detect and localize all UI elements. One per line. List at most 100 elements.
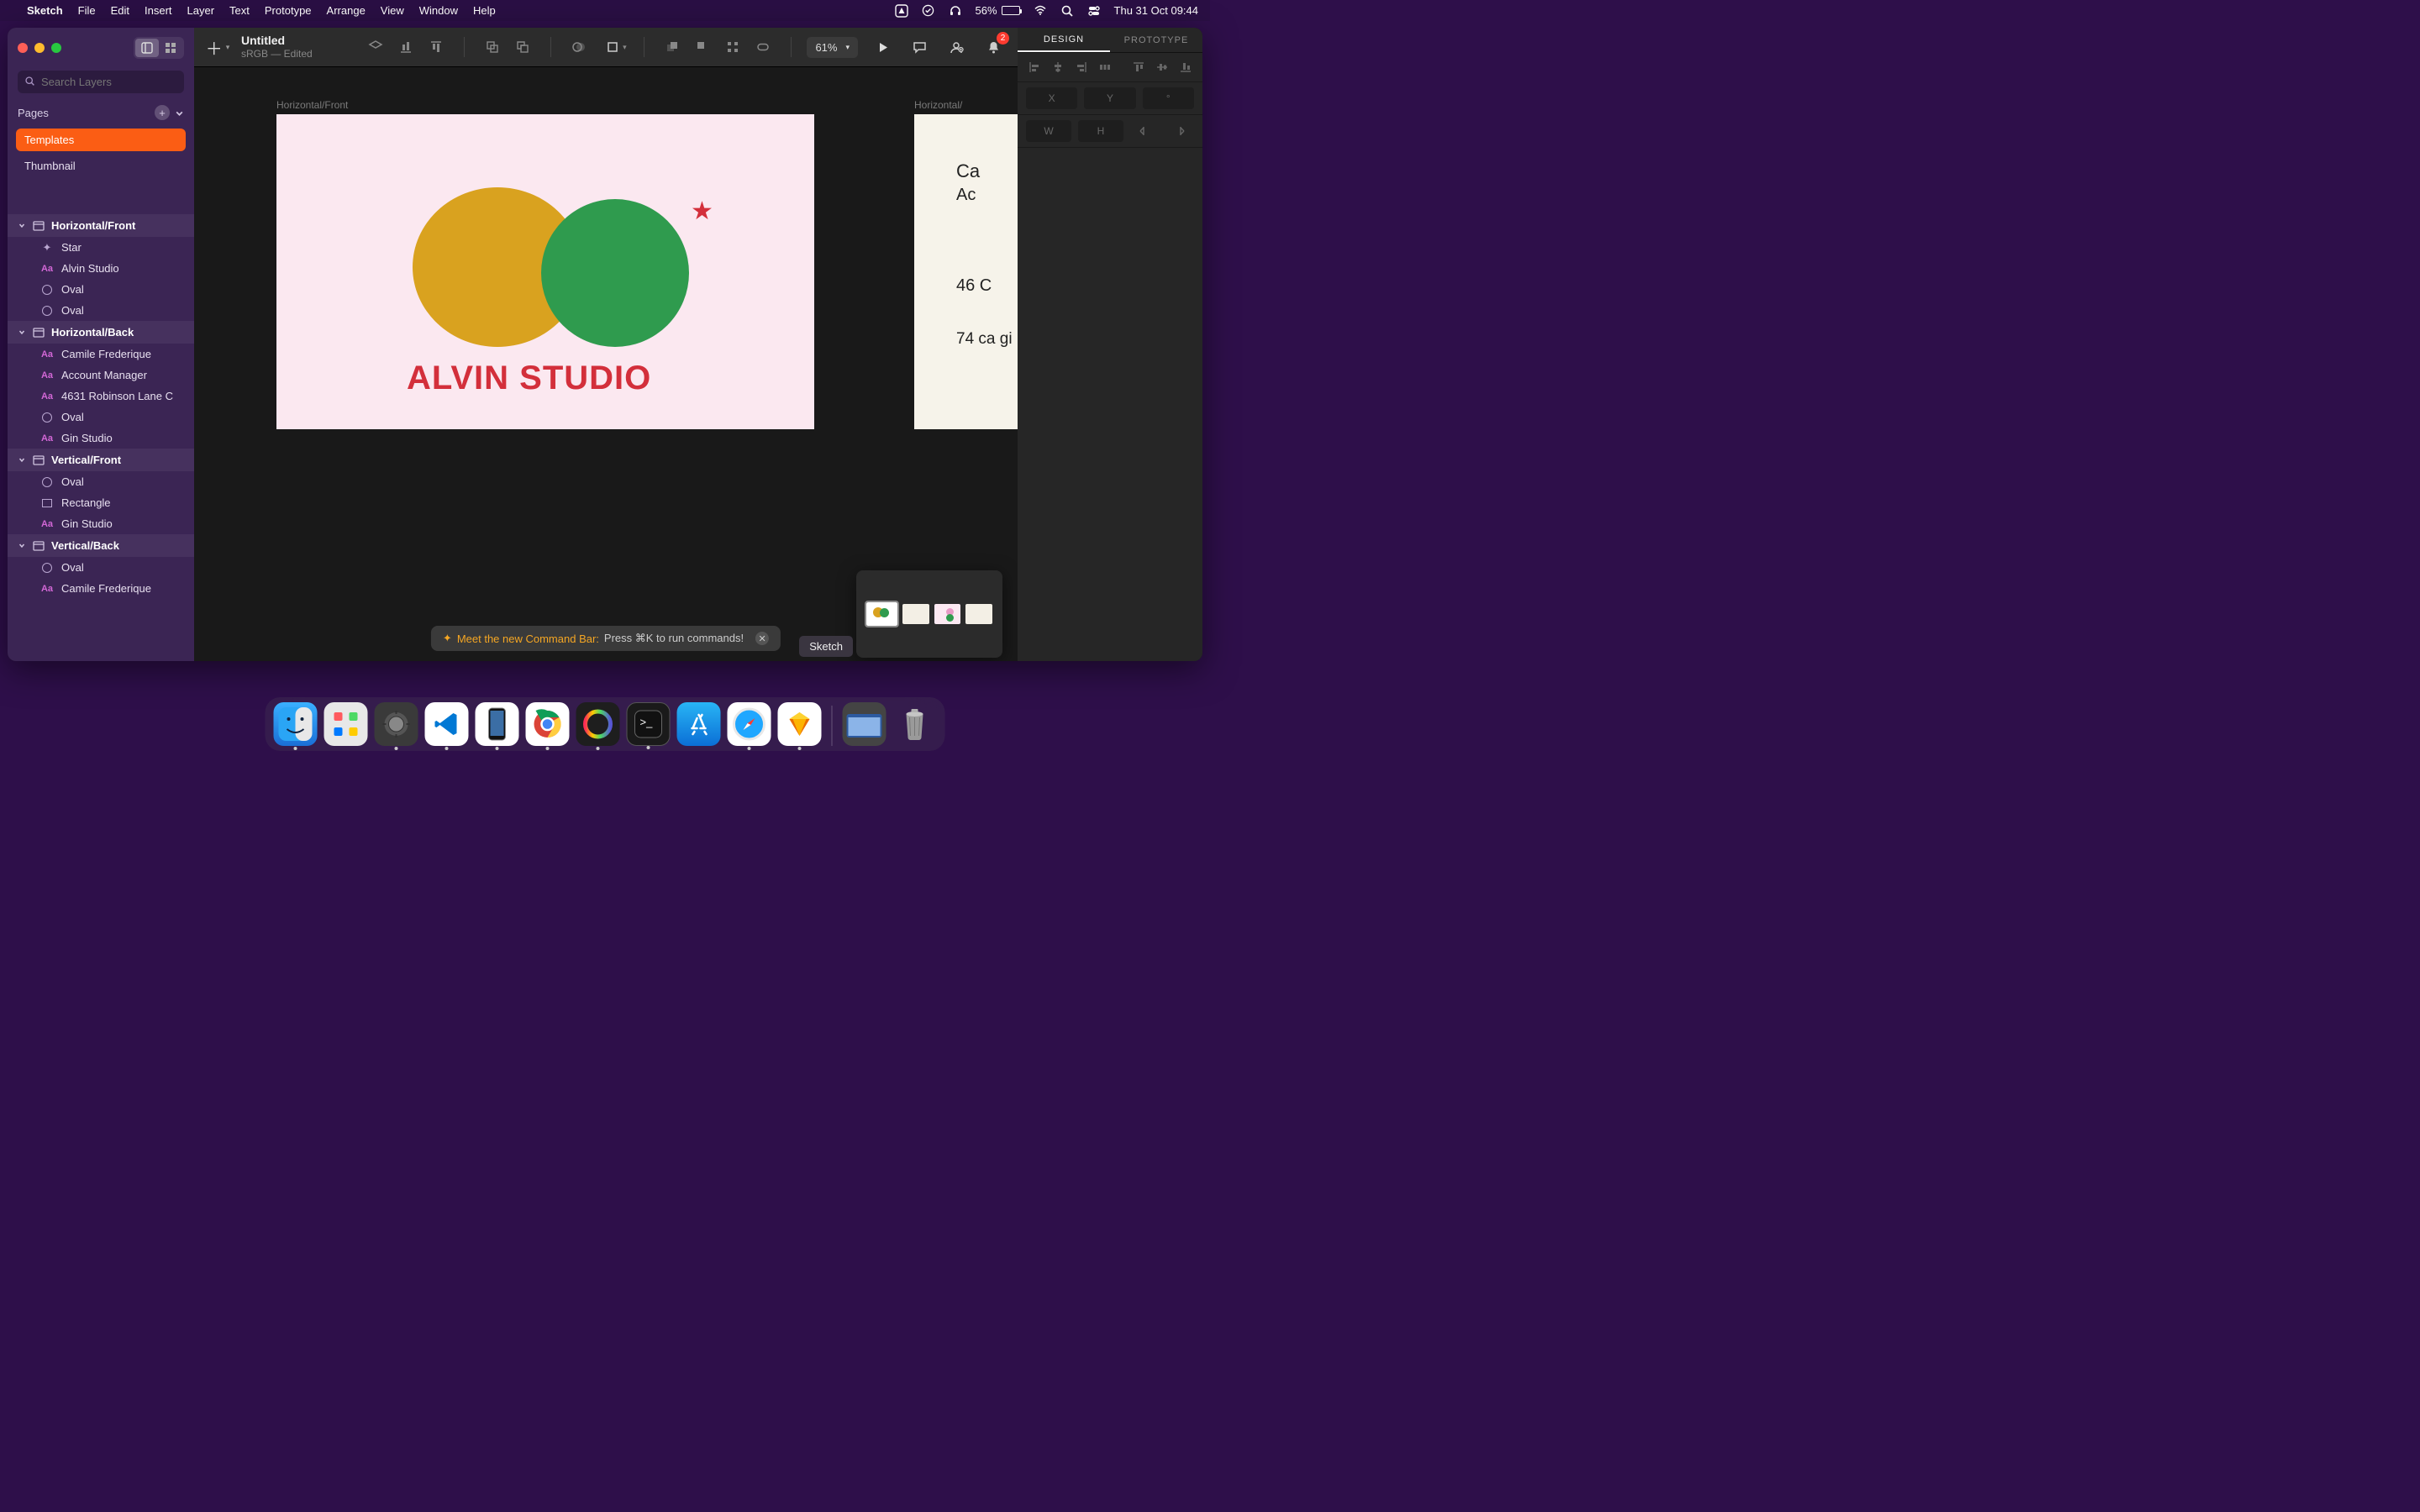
backward-button[interactable] [690, 35, 715, 59]
align-vcenter-icon[interactable] [1154, 60, 1171, 75]
command-bar-tip[interactable]: ✦ Meet the new Command Bar: Press ⌘K to … [431, 626, 781, 651]
layer-item[interactable]: Aa4631 Robinson Lane C [8, 386, 194, 407]
artboard-group[interactable]: Horizontal/Back [8, 321, 194, 344]
align-bottom-icon[interactable] [1177, 60, 1194, 75]
dock-simulator[interactable] [476, 702, 519, 746]
text-name[interactable]: Ca [956, 160, 980, 182]
comments-button[interactable] [907, 35, 932, 59]
distribute-h-icon[interactable] [1097, 60, 1113, 75]
dock-trash[interactable] [893, 702, 937, 746]
menu-edit[interactable]: Edit [111, 4, 129, 17]
artboard-horizontal-front[interactable]: ★ ALVIN STUDIO [276, 114, 814, 429]
layer-item[interactable]: Oval [8, 557, 194, 578]
x-input[interactable]: X [1026, 87, 1077, 109]
tab-design[interactable]: DESIGN [1018, 28, 1110, 52]
flip-v-button[interactable] [1165, 120, 1194, 142]
align-hcenter-icon[interactable] [1050, 60, 1066, 75]
collapse-pages-icon[interactable] [175, 108, 184, 118]
dock-downloads[interactable] [843, 702, 886, 746]
dock-chrome[interactable] [526, 702, 570, 746]
nav-thumb-4[interactable] [965, 604, 992, 624]
dock-finder[interactable] [274, 702, 318, 746]
text-addr[interactable]: 46 C [956, 274, 992, 297]
tab-prototype[interactable]: PROTOTYPE [1110, 28, 1202, 52]
artboard-navigator[interactable] [856, 570, 1002, 658]
close-button[interactable] [18, 43, 28, 53]
oval-green[interactable] [541, 199, 689, 347]
dock-color-app[interactable] [576, 702, 620, 746]
nav-thumb-1[interactable] [866, 602, 897, 626]
nav-thumb-2[interactable] [902, 604, 929, 624]
layer-item[interactable]: Oval [8, 279, 194, 300]
page-item-templates[interactable]: Templates [16, 129, 186, 151]
control-center-icon[interactable] [1087, 4, 1101, 18]
width-input[interactable]: W [1026, 120, 1071, 142]
y-input[interactable]: Y [1084, 87, 1135, 109]
clock[interactable]: Thu 31 Oct 09:44 [1114, 4, 1198, 17]
star-shape[interactable]: ★ [691, 197, 713, 226]
layer-item[interactable]: Oval [8, 471, 194, 492]
layer-item[interactable]: ✦Star [8, 237, 194, 258]
canvas[interactable]: Horizontal/Front ★ ALVIN STUDIO Horizont… [194, 67, 1018, 661]
zoom-control[interactable]: 61%▾ [807, 37, 858, 58]
menu-text[interactable]: Text [229, 4, 250, 17]
subtract-button[interactable] [510, 35, 535, 59]
dock-settings[interactable] [375, 702, 418, 746]
minimize-button[interactable] [34, 43, 45, 53]
link-button[interactable] [750, 35, 776, 59]
menu-file[interactable]: File [78, 4, 96, 17]
app-menu[interactable]: Sketch [27, 4, 63, 17]
menu-insert[interactable]: Insert [145, 4, 172, 17]
collaborate-button[interactable] [944, 35, 969, 59]
menu-help[interactable]: Help [473, 4, 496, 17]
create-symbol-button[interactable] [363, 35, 388, 59]
search-layers-input[interactable] [18, 71, 184, 93]
insert-button[interactable]: ＋▾ [206, 35, 229, 59]
forward-button[interactable] [660, 35, 685, 59]
layer-item[interactable]: AaGin Studio [8, 513, 194, 534]
menu-arrange[interactable]: Arrange [327, 4, 366, 17]
dock-vscode[interactable] [425, 702, 469, 746]
menu-window[interactable]: Window [419, 4, 458, 17]
status-check-icon[interactable] [922, 4, 935, 18]
artboard-group[interactable]: Horizontal/Front [8, 214, 194, 237]
add-page-button[interactable]: + [155, 105, 170, 120]
brand-text[interactable]: ALVIN STUDIO [407, 360, 651, 397]
dock-safari[interactable] [728, 702, 771, 746]
menu-prototype[interactable]: Prototype [265, 4, 312, 17]
components-view-button[interactable] [159, 39, 182, 57]
artboard-group[interactable]: Vertical/Back [8, 534, 194, 557]
dock-terminal[interactable]: >_ [627, 702, 671, 746]
tidy-button[interactable] [720, 35, 745, 59]
align-right-icon[interactable] [1073, 60, 1090, 75]
layer-item[interactable]: AaGin Studio [8, 428, 194, 449]
align-top-icon[interactable] [1130, 60, 1147, 75]
preview-button[interactable] [870, 35, 895, 59]
flip-h-button[interactable] [1130, 120, 1159, 142]
dock-sketch[interactable] [778, 702, 822, 746]
nav-thumb-3[interactable] [934, 604, 961, 624]
height-input[interactable]: H [1078, 120, 1123, 142]
align-top-button[interactable] [424, 35, 449, 59]
align-bottom-button[interactable] [393, 35, 418, 59]
artboard-group[interactable]: Vertical/Front [8, 449, 194, 471]
maximize-button[interactable] [51, 43, 61, 53]
menu-layer[interactable]: Layer [187, 4, 215, 17]
mask-button[interactable] [566, 35, 592, 59]
rotation-input[interactable]: ° [1143, 87, 1194, 109]
layer-item[interactable]: Rectangle [8, 492, 194, 513]
notifications-button[interactable]: 2 [981, 35, 1006, 59]
dock-appstore[interactable] [677, 702, 721, 746]
spotlight-icon[interactable] [1060, 4, 1074, 18]
wifi-icon[interactable] [1034, 4, 1047, 18]
layer-item[interactable]: AaCamile Frederique [8, 344, 194, 365]
battery-status[interactable]: 56% [976, 4, 1020, 17]
layer-item[interactable]: Oval [8, 407, 194, 428]
artboard-horizontal-back[interactable]: Ca Ac 46 C 74 ca gi [914, 114, 1018, 429]
artboard-label-2[interactable]: Horizontal/ [914, 99, 962, 111]
layer-item[interactable]: AaAccount Manager [8, 365, 194, 386]
text-contact[interactable]: 74 ca gi [956, 328, 1013, 350]
layers-view-button[interactable] [135, 39, 159, 57]
menu-view[interactable]: View [381, 4, 404, 17]
align-left-icon[interactable] [1026, 60, 1043, 75]
